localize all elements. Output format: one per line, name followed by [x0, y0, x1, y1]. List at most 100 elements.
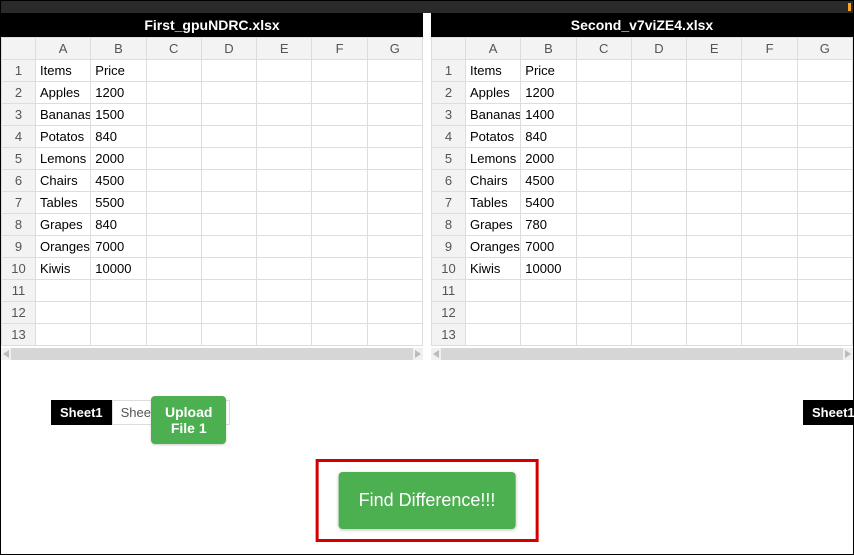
cell[interactable] [367, 82, 422, 104]
row-header[interactable]: 11 [432, 280, 466, 302]
cell[interactable] [367, 148, 422, 170]
cell[interactable] [576, 126, 631, 148]
row-header[interactable]: 3 [432, 104, 466, 126]
cell[interactable] [631, 280, 686, 302]
cell[interactable]: Potatos [466, 126, 521, 148]
cell[interactable]: Potatos [36, 126, 91, 148]
col-header[interactable]: E [257, 38, 312, 60]
cell[interactable] [576, 214, 631, 236]
cell[interactable] [146, 324, 201, 346]
right-grid[interactable]: A B C D E F G 1ItemsPrice 2Apples1200 3B… [431, 37, 853, 360]
cell[interactable] [146, 280, 201, 302]
cell[interactable] [146, 126, 201, 148]
horizontal-scrollbar[interactable] [1, 348, 423, 360]
cell[interactable] [742, 214, 797, 236]
cell[interactable] [36, 302, 91, 324]
cell[interactable]: Kiwis [466, 258, 521, 280]
row-header[interactable]: 1 [432, 60, 466, 82]
cell[interactable] [367, 60, 422, 82]
row-header[interactable]: 10 [2, 258, 36, 280]
cell[interactable] [687, 258, 742, 280]
row-header[interactable]: 7 [2, 192, 36, 214]
cell[interactable]: Oranges [36, 236, 91, 258]
cell[interactable] [257, 258, 312, 280]
cell[interactable] [201, 192, 256, 214]
cell[interactable] [201, 126, 256, 148]
cell[interactable] [742, 192, 797, 214]
cell[interactable]: 1400 [521, 104, 576, 126]
cell[interactable] [201, 302, 256, 324]
cell[interactable] [797, 192, 852, 214]
cell[interactable] [631, 324, 686, 346]
row-header[interactable]: 8 [432, 214, 466, 236]
cell[interactable]: 7000 [521, 236, 576, 258]
cell[interactable]: Lemons [466, 148, 521, 170]
cell[interactable] [312, 148, 367, 170]
cell[interactable] [576, 148, 631, 170]
cell[interactable] [466, 280, 521, 302]
cell[interactable] [367, 104, 422, 126]
row-header[interactable]: 7 [432, 192, 466, 214]
cell[interactable]: Items [466, 60, 521, 82]
cell[interactable] [201, 148, 256, 170]
corner-cell[interactable] [2, 38, 36, 60]
cell[interactable] [631, 104, 686, 126]
cell[interactable]: 2000 [91, 148, 146, 170]
cell[interactable] [146, 148, 201, 170]
cell[interactable] [521, 324, 576, 346]
cell[interactable] [687, 148, 742, 170]
cell[interactable] [36, 280, 91, 302]
tab-sheet1[interactable]: Sheet1 [51, 400, 112, 425]
cell[interactable] [631, 236, 686, 258]
cell[interactable]: 5400 [521, 192, 576, 214]
cell[interactable] [367, 324, 422, 346]
cell[interactable] [201, 236, 256, 258]
row-header[interactable]: 3 [2, 104, 36, 126]
find-difference-button[interactable]: Find Difference!!! [339, 472, 516, 529]
cell[interactable] [576, 302, 631, 324]
cell[interactable] [146, 192, 201, 214]
cell[interactable]: 5500 [91, 192, 146, 214]
cell[interactable] [742, 148, 797, 170]
cell[interactable]: Oranges [466, 236, 521, 258]
cell[interactable] [742, 236, 797, 258]
cell[interactable] [797, 214, 852, 236]
cell[interactable] [687, 170, 742, 192]
left-grid[interactable]: A B C D E F G 1ItemsPrice 2Apples1200 3B… [1, 37, 423, 360]
cell[interactable] [146, 104, 201, 126]
cell[interactable] [521, 280, 576, 302]
cell[interactable] [576, 192, 631, 214]
cell[interactable] [367, 170, 422, 192]
col-header[interactable]: F [312, 38, 367, 60]
row-header[interactable]: 13 [432, 324, 466, 346]
cell[interactable]: Chairs [466, 170, 521, 192]
row-header[interactable]: 5 [432, 148, 466, 170]
cell[interactable] [201, 280, 256, 302]
cell[interactable] [742, 302, 797, 324]
cell[interactable] [797, 148, 852, 170]
cell[interactable]: Grapes [36, 214, 91, 236]
cell[interactable]: Price [91, 60, 146, 82]
cell[interactable] [742, 280, 797, 302]
cell[interactable] [201, 258, 256, 280]
cell[interactable]: 10000 [91, 258, 146, 280]
tab-sheet1[interactable]: Sheet1 [803, 400, 854, 425]
cell[interactable] [466, 302, 521, 324]
cell[interactable] [797, 236, 852, 258]
cell[interactable] [521, 302, 576, 324]
cell[interactable] [466, 324, 521, 346]
col-header[interactable]: C [146, 38, 201, 60]
cell[interactable] [312, 280, 367, 302]
cell[interactable] [742, 60, 797, 82]
cell[interactable] [687, 214, 742, 236]
cell[interactable] [631, 148, 686, 170]
cell[interactable] [576, 324, 631, 346]
cell[interactable] [91, 280, 146, 302]
cell[interactable] [367, 280, 422, 302]
cell[interactable]: Kiwis [36, 258, 91, 280]
cell[interactable] [367, 126, 422, 148]
cell[interactable] [742, 126, 797, 148]
row-header[interactable]: 13 [2, 324, 36, 346]
cell[interactable] [367, 258, 422, 280]
row-header[interactable]: 10 [432, 258, 466, 280]
